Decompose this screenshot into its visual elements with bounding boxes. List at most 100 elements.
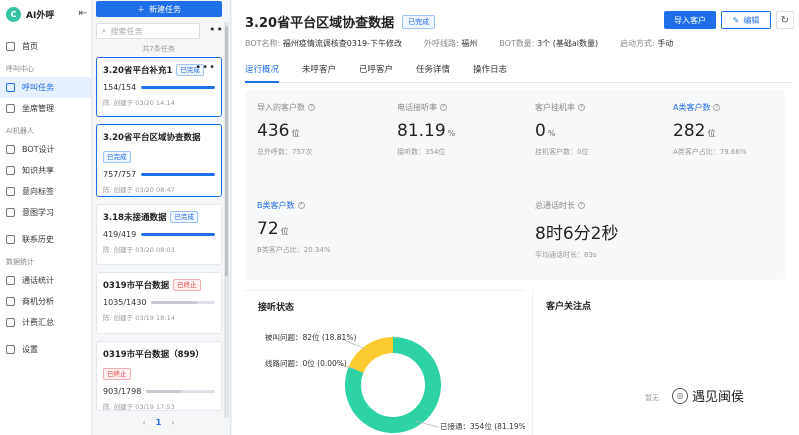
scrollbar-thumb[interactable]: [225, 26, 228, 276]
task-status-badge: 已完成: [103, 151, 131, 163]
task-info-row: BOT名称: 福州疫情流调核查0319-下午修改 外呼线路: 福州 BOT数量: 3…: [245, 38, 673, 49]
task-card[interactable]: 0319市平台数据（899） 已终止 903/1798 陈. 创建于 03/19 …: [96, 341, 222, 411]
stat-card: 电话接听率? 81.19% 接听数：354位: [397, 102, 537, 157]
customer-focus-title: 客户关注点: [546, 302, 592, 312]
current-page[interactable]: 1: [156, 418, 162, 427]
task-detail: 3.20省平台区域协查数据 已完成 导入客户 ✎ 编辑 ↻ BOT名称: 福州疫…: [232, 0, 799, 435]
refresh-icon: ↻: [780, 14, 790, 26]
stat-unit: 位: [280, 227, 289, 236]
watermark: ◎ 遇见闽侯: [672, 386, 744, 405]
app-logo[interactable]: C AI外呼: [0, 0, 91, 28]
search-icon: ⌕: [102, 26, 107, 35]
task-list-panel: ＋ 新建任务 ⌕ ••• 共7条任务 3.20省平台补充1已完成 ••• 154…: [93, 0, 231, 435]
empty-hint: 暂无: [645, 394, 659, 402]
prev-page-button[interactable]: ‹: [143, 418, 146, 427]
nav-item[interactable]: 联系历史: [0, 229, 91, 250]
task-title: 3.20省平台区域协查数据: [103, 133, 201, 143]
stat-unit: 位: [291, 129, 300, 138]
tag-icon: [6, 187, 15, 196]
learn-icon: [6, 208, 15, 217]
help-icon[interactable]: ?: [713, 104, 721, 111]
stat-unit: 位: [707, 129, 716, 138]
nav-item-home[interactable]: 首页: [0, 36, 91, 57]
task-meta: 陈. 创建于 03/20 14:14: [103, 99, 175, 107]
stat-card: 客户挂机率? 0% 挂机客户数：0位: [535, 102, 675, 157]
progress-bar: [151, 301, 215, 304]
task-meta: 陈. 创建于 03/20 08:47: [103, 186, 175, 194]
detail-tabs: 运行概况 未呼客户 已呼客户 任务详情 操作日志: [245, 63, 793, 83]
help-icon[interactable]: ?: [578, 202, 585, 209]
nav-item[interactable]: 计费汇总: [0, 312, 91, 333]
task-progress: 757/757: [103, 170, 137, 179]
task-card[interactable]: 0319市平台数据 已终止 1035/1430 陈. 创建于 03/19 18:1…: [96, 272, 222, 334]
stat-sub: 接听数：354位: [397, 148, 446, 156]
task-card[interactable]: 3.18未接通数据 已完成 419/419 陈. 创建于 03/20 08:03: [96, 204, 222, 265]
task-card[interactable]: 3.20省平台补充1 已完成 ••• 154/154 陈. 创建于 03/20 1…: [96, 57, 222, 117]
help-icon[interactable]: ?: [308, 104, 315, 111]
tab-3[interactable]: 任务详情: [416, 63, 450, 83]
nav-item[interactable]: 呼叫任务: [0, 77, 91, 98]
stat-label: A类客户数: [673, 103, 711, 112]
book-icon: [6, 166, 15, 175]
stat-sub: 平均通话时长：83s: [535, 251, 597, 259]
task-status-badge: 已终止: [103, 368, 131, 380]
search-input[interactable]: [110, 26, 191, 36]
tab-1[interactable]: 未呼客户: [302, 63, 336, 83]
stats-icon: [6, 276, 15, 285]
info-item: BOT数量: 3个 (基础ai数量): [499, 39, 599, 48]
task-meta: 陈. 创建于 03/19 18:14: [103, 314, 175, 322]
stat-sub: B类客户占比：20.34%: [257, 246, 331, 254]
next-page-button[interactable]: ›: [171, 418, 174, 427]
tab-0[interactable]: 运行概况: [245, 63, 280, 83]
task-status-badge: 已终止: [173, 279, 201, 291]
stat-value: 282: [673, 121, 706, 141]
task-meta: 陈. 创建于 03/19 17:53: [103, 403, 175, 411]
collapse-icon[interactable]: ⇤: [79, 8, 87, 19]
info-item: BOT名称: 福州疫情流调核查0319-下午修改: [245, 39, 403, 48]
answer-status-chart: 已接通：354位 (81.19%) 被叫问题：82位 (18.81%) 线路问题：0…: [265, 332, 525, 433]
nav-item[interactable]: 意向标签: [0, 181, 91, 202]
bot-icon: [6, 145, 15, 154]
progress-bar: [146, 390, 215, 393]
settings-icon: [6, 345, 15, 354]
stat-sub: 总外呼数：757次: [257, 148, 313, 156]
nav-item[interactable]: 商机分析: [0, 291, 91, 312]
nav-item[interactable]: 设置: [0, 339, 91, 360]
nav-item[interactable]: 通话统计: [0, 270, 91, 291]
tab-4[interactable]: 操作日志: [473, 63, 507, 83]
stat-card: 总通话时长? 8时6分2秒 平均通话时长：83s: [535, 200, 675, 260]
import-customers-button[interactable]: 导入客户: [664, 11, 716, 29]
refresh-button[interactable]: ↻: [776, 11, 794, 29]
nav-item[interactable]: 意图学习: [0, 202, 91, 223]
help-icon[interactable]: ?: [440, 104, 447, 111]
progress-bar: [141, 233, 215, 236]
seat-icon: [6, 104, 15, 113]
help-icon[interactable]: ?: [297, 202, 305, 209]
task-progress: 154/154: [103, 83, 137, 92]
card-more-icon[interactable]: •••: [195, 62, 216, 73]
stat-value: 436: [257, 121, 290, 141]
task-search[interactable]: ⌕: [96, 23, 200, 39]
stat-sub: A类客户占比：79.66%: [673, 148, 747, 156]
nav-item[interactable]: 坐席管理: [0, 98, 91, 119]
pie-slice-1[interactable]: [348, 337, 393, 373]
nav-item[interactable]: 知识共享: [0, 160, 91, 181]
edit-button[interactable]: ✎ 编辑: [721, 11, 771, 29]
nav-item[interactable]: BOT设计: [0, 139, 91, 160]
phone-icon: [6, 83, 15, 92]
pie-label-2: 线路问题：0位 (0.00%): [265, 358, 347, 368]
new-task-button[interactable]: ＋ 新建任务: [96, 1, 222, 17]
task-progress: 419/419: [103, 230, 137, 239]
stat-label: 客户挂机率: [535, 103, 575, 112]
chart-icon: [6, 297, 15, 306]
help-icon[interactable]: ?: [578, 104, 585, 111]
nav-group-label: 数据统计: [6, 258, 34, 266]
task-progress: 1035/1430: [103, 298, 147, 307]
task-title: 3.20省平台补充1: [103, 66, 173, 76]
tab-2[interactable]: 已呼客户: [359, 63, 393, 83]
stat-label: 导入的客户数: [257, 103, 305, 112]
task-meta: 陈. 创建于 03/20 08:03: [103, 246, 175, 254]
stat-value: 72: [257, 219, 279, 239]
stat-sub: 挂机客户数：0位: [535, 148, 589, 156]
task-card[interactable]: 3.20省平台区域协查数据 已完成 757/757 陈. 创建于 03/20 08…: [96, 124, 222, 197]
